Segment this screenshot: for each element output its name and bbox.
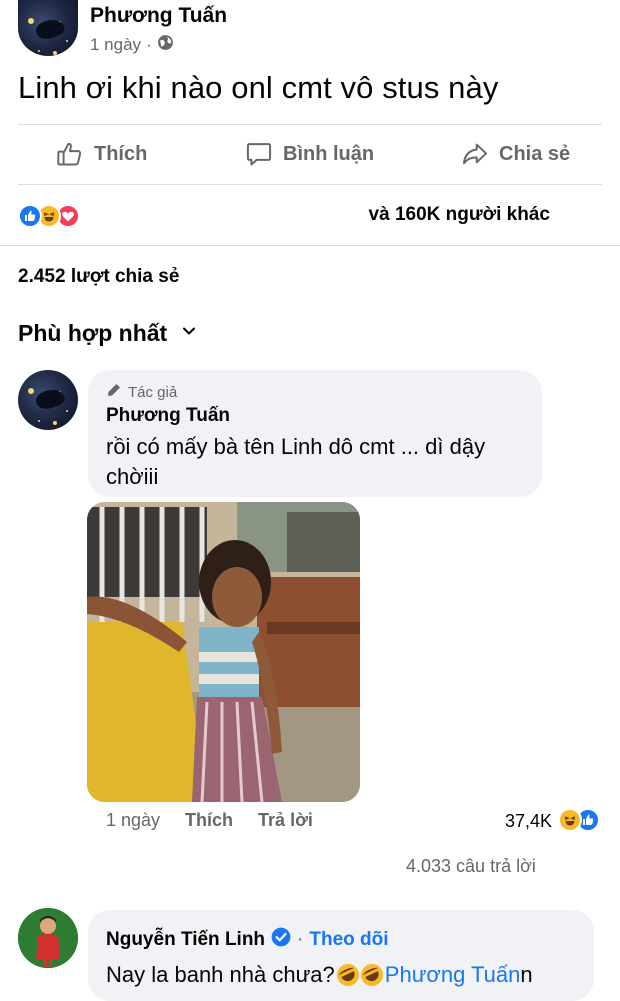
haha-reaction-icon <box>558 808 582 832</box>
share-button-label: Chia sẻ <box>499 142 571 165</box>
comment-sort-dropdown[interactable]: Phù hợp nhất <box>18 320 197 347</box>
comment-button-label: Bình luận <box>283 142 375 165</box>
comment-header: Nguyễn Tiến Linh · Theo dõi <box>106 927 389 953</box>
meta-separator: · <box>146 35 152 54</box>
reactions-count[interactable]: và 160K người khác <box>369 204 550 226</box>
comment-author-avatar[interactable] <box>18 908 78 968</box>
verified-badge-icon <box>271 927 291 953</box>
comment-text-row: Nay la banh nhà chưa? Phương Tuấn n <box>106 960 533 990</box>
comment-reaction-count: 37,4K <box>504 810 552 831</box>
comment-like-button[interactable]: Thích <box>185 810 233 831</box>
post-author-name[interactable]: Phương Tuấn <box>90 4 227 28</box>
author-badge-label: Tác giả <box>128 383 178 401</box>
globe-icon <box>157 34 174 56</box>
comment-trailing-text: n <box>520 962 533 987</box>
comment-photo[interactable] <box>87 502 360 802</box>
comment-time[interactable]: 1 ngày <box>106 810 160 831</box>
rofl-emoji-icon <box>333 960 363 990</box>
post-meta: 1 ngày · <box>90 34 174 56</box>
reactions-summary[interactable]: và 160K người khác <box>18 202 602 230</box>
comment-bubble-icon <box>245 140 273 168</box>
comment-actions: 1 ngày Thích Trả lời <box>106 810 313 831</box>
mention-link[interactable]: Phương Tuấn <box>385 962 521 988</box>
comment-reaction-icons <box>558 808 602 834</box>
comment-button[interactable]: Bình luận <box>245 140 374 168</box>
thumbs-up-icon <box>56 140 84 168</box>
comment-author-name[interactable]: Nguyễn Tiến Linh <box>106 929 265 951</box>
shares-count[interactable]: 2.452 lượt chia sẻ <box>18 266 179 288</box>
author-badge: Tác giả <box>106 382 177 402</box>
comment-author-avatar[interactable] <box>18 370 78 430</box>
pen-icon <box>106 382 122 402</box>
comment-reply-button[interactable]: Trả lời <box>258 810 313 831</box>
header-separator: · <box>297 929 304 950</box>
share-button[interactable]: Chia sẻ <box>461 140 570 168</box>
post-time[interactable]: 1 ngày <box>90 35 141 55</box>
chevron-down-icon <box>181 323 197 344</box>
comment-text: rồi có mấy bà tên Linh dô cmt ... dì dậy… <box>106 434 486 489</box>
post-text: Linh ơi khi nào onl cmt vô stus này <box>18 70 499 105</box>
comment-reactions[interactable]: 37,4K <box>505 808 602 834</box>
like-button-label: Thích <box>94 142 148 165</box>
follow-button[interactable]: Theo dõi <box>309 929 388 951</box>
like-button[interactable]: Thích <box>56 140 147 168</box>
post-author-avatar[interactable] <box>18 0 78 56</box>
divider <box>0 245 620 246</box>
sort-label: Phù hợp nhất <box>18 320 168 346</box>
rofl-emoji-icon <box>357 960 387 990</box>
view-replies-link[interactable]: 4.033 câu trả lời <box>406 856 536 877</box>
comment-author-name[interactable]: Phương Tuấn <box>106 405 230 427</box>
comment-text: Nay la banh nhà chưa? <box>106 962 335 987</box>
share-arrow-icon <box>461 140 489 168</box>
like-reaction-icon <box>18 204 42 228</box>
divider <box>18 124 602 125</box>
divider <box>18 184 602 185</box>
